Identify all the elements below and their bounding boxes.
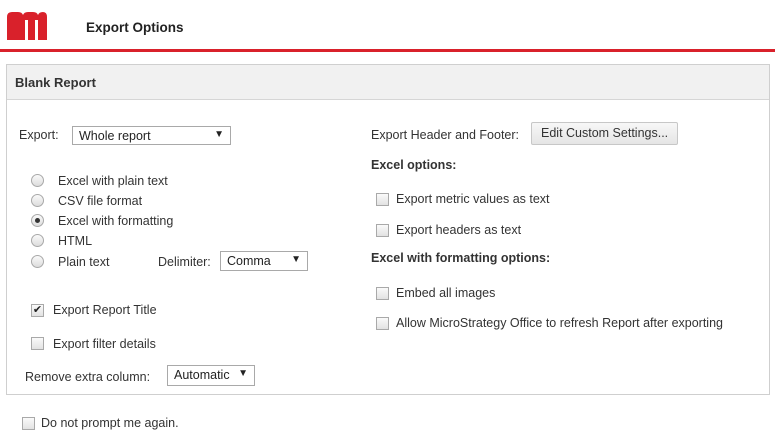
export-options-panel: Blank Report Export: Whole report ▼ Exce… [6,64,770,395]
microstrategy-logo-icon [7,12,47,40]
export-label: Export: [19,128,59,142]
delimiter-select[interactable]: Comma ▼ [220,251,308,271]
radio-label-excel-with-formatting: Excel with formatting [58,214,174,228]
delimiter-label: Delimiter: [158,255,211,269]
checkbox-label-allow-office-refresh: Allow MicroStrategy Office to refresh Re… [396,316,723,330]
checkbox-export-report-title[interactable]: ✔ [31,304,44,317]
excel-options-title: Excel options: [371,158,457,172]
radio-html[interactable] [31,234,44,247]
page-title: Export Options [86,20,184,35]
remove-extra-column-value: Automatic [174,368,230,382]
checkbox-label-export-metric-values-as-text: Export metric values as text [396,192,550,206]
radio-label-html: HTML [58,234,93,248]
radio-label-plain-text: Plain text [58,255,110,269]
radio-excel-plain-text[interactable] [31,174,44,187]
chevron-down-icon: ▼ [214,129,224,140]
export-scope-select[interactable]: Whole report ▼ [72,126,231,145]
checkbox-embed-all-images[interactable] [376,287,389,300]
panel-header: Blank Report [7,65,769,100]
chevron-down-icon: ▼ [291,254,301,265]
checkbox-label-export-report-title: Export Report Title [53,303,157,317]
radio-plain-text[interactable] [31,255,44,268]
panel-title: Blank Report [15,75,96,90]
checkbox-export-metric-values-as-text[interactable] [376,193,389,206]
checkbox-label-export-headers-as-text: Export headers as text [396,223,522,237]
chevron-down-icon: ▼ [238,368,248,379]
checkbox-label-export-filter-details: Export filter details [53,337,156,351]
checkbox-label-do-not-prompt: Do not prompt me again. [41,416,179,430]
export-scope-value: Whole report [79,129,151,143]
remove-extra-column-select[interactable]: Automatic ▼ [167,365,255,386]
checkbox-allow-office-refresh[interactable] [376,317,389,330]
edit-custom-settings-button[interactable]: Edit Custom Settings... [531,122,679,145]
radio-excel-with-formatting[interactable] [31,214,44,227]
checkbox-label-embed-all-images: Embed all images [396,286,496,300]
radio-csv-file-format[interactable] [31,194,44,207]
checkbox-export-headers-as-text[interactable] [376,224,389,237]
checkbox-export-filter-details[interactable] [31,337,44,350]
delimiter-value: Comma [227,254,271,268]
radio-label-excel-plain-text: Excel with plain text [58,174,168,188]
checkbox-do-not-prompt[interactable] [22,417,35,430]
radio-label-csv-file-format: CSV file format [58,194,143,208]
remove-extra-column-label: Remove extra column: [25,370,151,384]
excel-formatting-options-title: Excel with formatting options: [371,251,551,265]
top-bar: Export Options [0,0,775,52]
header-footer-label: Export Header and Footer: [371,128,519,142]
